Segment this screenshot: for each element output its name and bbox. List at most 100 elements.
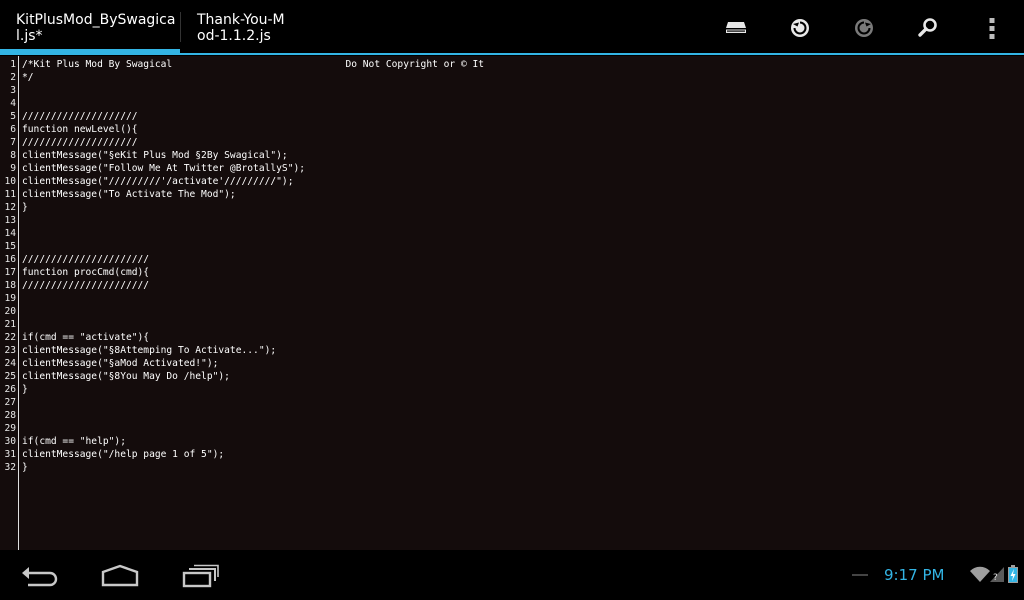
code-line[interactable]: 18 ////////////////////// xyxy=(0,279,1024,292)
code-line[interactable]: 2 */ xyxy=(0,71,1024,84)
line-number: 32 xyxy=(4,462,16,473)
undo-button[interactable] xyxy=(780,8,820,48)
back-icon xyxy=(22,567,58,587)
line-number: 22 xyxy=(4,332,16,343)
code-line[interactable]: 29 xyxy=(0,422,1024,435)
code-line[interactable]: 16 ////////////////////// xyxy=(0,253,1024,266)
code-line[interactable]: 22 if(cmd == "activate"){ xyxy=(0,331,1024,344)
line-number: 26 xyxy=(4,384,16,395)
redo-button[interactable] xyxy=(844,8,884,48)
code-line[interactable]: 13 xyxy=(0,214,1024,227)
code-line[interactable]: 3 xyxy=(0,84,1024,97)
app-window: KitPlusMod_BySwagical.js* Thank-You-Mod-… xyxy=(0,0,1024,600)
code-line[interactable]: 14 xyxy=(0,227,1024,240)
code-line[interactable]: 5 //////////////////// xyxy=(0,110,1024,123)
code-line-text: ////////////////////// xyxy=(22,254,150,265)
code-line[interactable]: 15 xyxy=(0,240,1024,253)
code-line-text: ////////////////////// xyxy=(22,280,150,291)
line-number: 14 xyxy=(4,228,16,239)
save-button[interactable] xyxy=(716,8,756,48)
code-line[interactable]: 10 clientMessage("/////////'/activate'///… xyxy=(0,175,1024,188)
signal-icon: ? xyxy=(990,567,1004,583)
line-number: 7 xyxy=(10,137,16,148)
system-nav-bar: 9:17 PM ? xyxy=(0,550,1024,600)
line-number: 15 xyxy=(4,241,16,252)
code-line-text: clientMessage("§8You May Do /help"); xyxy=(22,371,230,382)
search-button[interactable] xyxy=(908,8,948,48)
code-line-text: if(cmd == "activate"){ xyxy=(22,332,150,343)
status-area[interactable]: 9:17 PM ? xyxy=(834,550,1024,600)
line-number: 13 xyxy=(4,215,16,226)
line-number: 27 xyxy=(4,397,16,408)
line-number: 5 xyxy=(10,111,16,122)
code-line[interactable]: 1 /*Kit Plus Mod By Swagical Do Not Copyr… xyxy=(0,58,1024,71)
undo-icon xyxy=(791,19,809,37)
code-lines: 1 /*Kit Plus Mod By Swagical Do Not Copyr… xyxy=(0,58,1024,474)
overflow-menu-button[interactable] xyxy=(972,8,1012,48)
tab-label: Thank-You-Mod-1.1.2.js xyxy=(197,12,285,44)
tab-label: KitPlusMod_BySwagical.js* xyxy=(16,12,176,44)
line-number: 6 xyxy=(10,124,16,135)
line-number: 18 xyxy=(4,280,16,291)
code-line[interactable]: 17 function procCmd(cmd){ xyxy=(0,266,1024,279)
code-line[interactable]: 4 xyxy=(0,97,1024,110)
code-line-text: clientMessage("Follow Me At Twitter @Bro… xyxy=(22,163,306,174)
recent-apps-icon xyxy=(182,564,219,588)
code-line[interactable]: 21 xyxy=(0,318,1024,331)
code-line[interactable]: 24 clientMessage("§aMod Activated!"); xyxy=(0,357,1024,370)
code-line[interactable]: 8 clientMessage("§eKit Plus Mod §2By Swag… xyxy=(0,149,1024,162)
code-line[interactable]: 28 xyxy=(0,409,1024,422)
home-button[interactable] xyxy=(90,558,150,594)
code-line[interactable]: 20 xyxy=(0,305,1024,318)
code-line-text: //////////////////// xyxy=(22,111,138,122)
line-number: 1 xyxy=(10,59,16,70)
code-line[interactable]: 23 clientMessage("§8Attemping To Activate… xyxy=(0,344,1024,357)
code-line-text: clientMessage("§eKit Plus Mod §2By Swagi… xyxy=(22,150,288,161)
code-line[interactable]: 9 clientMessage("Follow Me At Twitter @Br… xyxy=(0,162,1024,175)
code-line-text: if(cmd == "help"); xyxy=(22,436,126,447)
svg-text:?: ? xyxy=(993,573,998,583)
code-line-text: clientMessage("To Activate The Mod"); xyxy=(22,189,236,200)
line-number: 21 xyxy=(4,319,16,330)
code-line-text: clientMessage("§aMod Activated!"); xyxy=(22,358,219,369)
code-line[interactable]: 19 xyxy=(0,292,1024,305)
back-button[interactable] xyxy=(10,558,70,594)
code-line-text: clientMessage("/help page 1 of 5"); xyxy=(22,449,225,460)
line-number: 24 xyxy=(4,358,16,369)
code-line[interactable]: 7 //////////////////// xyxy=(0,136,1024,149)
code-line[interactable]: 11 clientMessage("To Activate The Mod"); xyxy=(0,188,1024,201)
code-line-text: clientMessage("§8Attemping To Activate..… xyxy=(22,345,277,356)
recent-apps-button[interactable] xyxy=(170,558,230,594)
action-bar: KitPlusMod_BySwagical.js* Thank-You-Mod-… xyxy=(0,0,1024,56)
code-line-text: /*Kit Plus Mod By Swagical Do Not Copyri… xyxy=(22,59,485,70)
code-line-text: clientMessage("/////////'/activate'/////… xyxy=(22,176,294,187)
line-number: 9 xyxy=(10,163,16,174)
code-line-text: //////////////////// xyxy=(22,137,138,148)
code-line[interactable]: 26} xyxy=(0,383,1024,396)
line-number: 2 xyxy=(10,72,16,83)
code-line[interactable]: 12} xyxy=(0,201,1024,214)
code-line[interactable]: 32} xyxy=(0,461,1024,474)
code-line[interactable]: 30 if(cmd == "help"); xyxy=(0,435,1024,448)
redo-icon xyxy=(855,19,873,37)
line-number: 19 xyxy=(4,293,16,304)
tab-thank-you-mod[interactable]: Thank-You-Mod-1.1.2.js xyxy=(181,0,291,53)
line-number: 29 xyxy=(4,423,16,434)
action-bar-divider xyxy=(0,53,1024,55)
code-editor[interactable]: 1 /*Kit Plus Mod By Swagical Do Not Copyr… xyxy=(0,56,1024,550)
line-number: 4 xyxy=(10,98,16,109)
code-line[interactable]: 6 function newLevel(){ xyxy=(0,123,1024,136)
line-number: 12 xyxy=(4,202,16,213)
battery-charging-icon xyxy=(1008,565,1018,583)
line-number: 16 xyxy=(4,254,16,265)
code-line[interactable]: 31 clientMessage("/help page 1 of 5"); xyxy=(0,448,1024,461)
code-line-text: } xyxy=(22,462,28,473)
code-line[interactable]: 27 xyxy=(0,396,1024,409)
tab-kitplusmod[interactable]: KitPlusMod_BySwagical.js* xyxy=(0,0,180,53)
line-number: 8 xyxy=(10,150,16,161)
line-number: 20 xyxy=(4,306,16,317)
line-number: 25 xyxy=(4,371,16,382)
wifi-icon xyxy=(970,566,990,582)
code-line[interactable]: 25 clientMessage("§8You May Do /help"); xyxy=(0,370,1024,383)
home-icon xyxy=(101,564,139,587)
